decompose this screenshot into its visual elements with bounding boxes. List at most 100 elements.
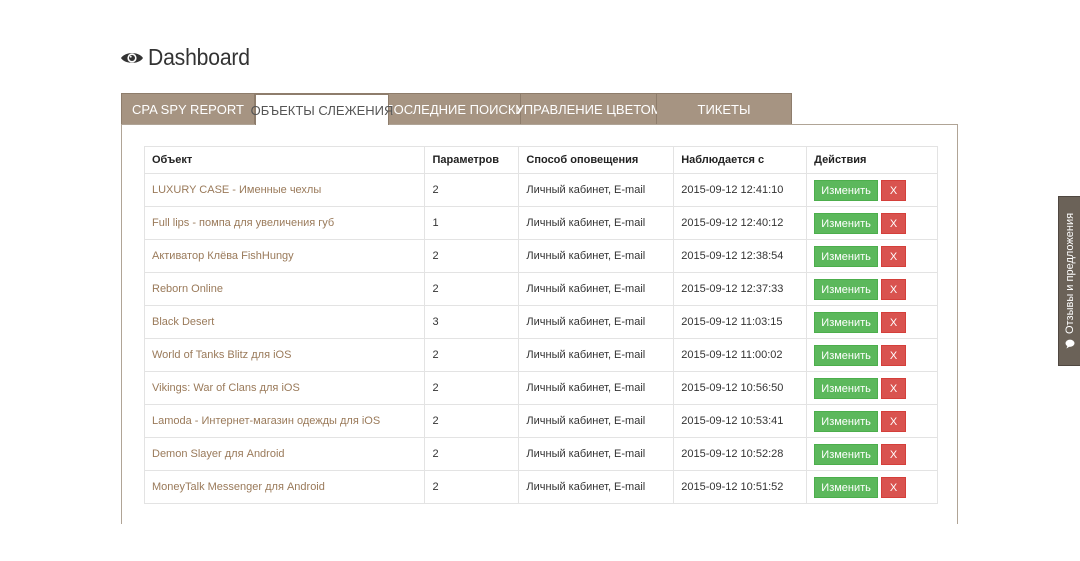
delete-button[interactable]: X [881, 410, 907, 432]
feedback-tab[interactable]: Отзывы и предложения [1058, 196, 1080, 366]
edit-button[interactable]: Изменить [814, 245, 879, 267]
notify-method: Личный кабинет, E-mail [518, 371, 675, 405]
notify-method: Личный кабинет, E-mail [518, 239, 675, 273]
column-header-since: Наблюдается с [673, 146, 808, 174]
table-row: LUXURY CASE - Именные чехлы 2 Личный каб… [143, 173, 938, 207]
delete-button[interactable]: X [881, 377, 907, 399]
actions-cell: Изменить X [806, 173, 938, 207]
params-count: 2 [424, 173, 520, 207]
actions-cell: Изменить X [806, 371, 938, 405]
notify-method: Личный кабинет, E-mail [518, 437, 675, 471]
table-row: Lamoda - Интернет-магазин одежды для iOS… [143, 404, 938, 438]
table-row: Reborn Online 2 Личный кабинет, E-mail 2… [143, 272, 938, 306]
notify-method: Личный кабинет, E-mail [518, 173, 675, 207]
delete-button[interactable]: X [881, 443, 907, 465]
table-row: Активатор Клёва FishHungy 2 Личный кабин… [143, 239, 938, 273]
notify-method: Личный кабинет, E-mail [518, 470, 675, 504]
actions-cell: Изменить X [806, 437, 938, 471]
actions-cell: Изменить X [806, 338, 938, 372]
params-count: 1 [424, 206, 520, 240]
object-link[interactable]: World of Tanks Blitz для iOS [143, 338, 426, 372]
actions-cell: Изменить X [806, 239, 938, 273]
object-link[interactable]: Demon Slayer для Android [143, 437, 426, 471]
params-count: 2 [424, 437, 520, 471]
since-date: 2015-09-12 12:40:12 [673, 206, 808, 240]
eye-icon [120, 50, 144, 66]
tab-tracking-objects[interactable]: ОБЪЕКТЫ СЛЕЖЕНИЯ [251, 93, 393, 125]
tab-color-management[interactable]: УПРАВЛЕНИЕ ЦВЕТОМ [515, 93, 662, 124]
object-link[interactable]: Reborn Online [143, 272, 426, 306]
object-link[interactable]: Активатор Клёва FishHungy [143, 239, 426, 273]
since-date: 2015-09-12 10:51:52 [673, 470, 808, 504]
actions-cell: Изменить X [806, 305, 938, 339]
actions-cell: Изменить X [806, 404, 938, 438]
feedback-label: Отзывы и предложения [1063, 212, 1076, 335]
delete-button[interactable]: X [881, 278, 907, 300]
delete-button[interactable]: X [881, 245, 907, 267]
table-header-row: Объект Параметров Способ оповещения Набл… [143, 146, 938, 174]
edit-button[interactable]: Изменить [814, 344, 879, 366]
object-link[interactable]: MoneyTalk Messenger для Android [143, 470, 426, 504]
object-link[interactable]: Full lips - помпа для увеличения губ [143, 206, 426, 240]
edit-button[interactable]: Изменить [814, 311, 879, 333]
feedback-tab-content: Отзывы и предложения [1064, 213, 1076, 349]
edit-button[interactable]: Изменить [814, 476, 879, 498]
tab-panel: Объект Параметров Способ оповещения Набл… [121, 124, 958, 524]
params-count: 2 [424, 470, 520, 504]
page-title: Dashboard [148, 44, 250, 70]
params-count: 3 [424, 305, 520, 339]
notify-method: Личный кабинет, E-mail [518, 404, 675, 438]
params-count: 2 [424, 338, 520, 372]
actions-cell: Изменить X [806, 272, 938, 306]
column-header-notify: Способ оповещения [518, 146, 675, 174]
column-header-object: Объект [143, 146, 426, 174]
edit-button[interactable]: Изменить [814, 212, 879, 234]
edit-button[interactable]: Изменить [814, 278, 879, 300]
tracking-table: Объект Параметров Способ оповещения Набл… [143, 146, 938, 504]
delete-button[interactable]: X [881, 179, 907, 201]
page-header: Dashboard [120, 44, 259, 71]
notify-method: Личный кабинет, E-mail [518, 338, 675, 372]
delete-button[interactable]: X [881, 344, 907, 366]
table-row: Demon Slayer для Android 2 Личный кабине… [143, 437, 938, 471]
since-date: 2015-09-12 10:53:41 [673, 404, 808, 438]
params-count: 2 [424, 239, 520, 273]
column-header-params: Параметров [424, 146, 520, 174]
since-date: 2015-09-12 11:00:02 [673, 338, 808, 372]
notify-method: Личный кабинет, E-mail [518, 206, 675, 240]
since-date: 2015-09-12 10:56:50 [673, 371, 808, 405]
params-count: 2 [424, 272, 520, 306]
table-row: World of Tanks Blitz для iOS 2 Личный ка… [143, 338, 938, 372]
table-row: Black Desert 3 Личный кабинет, E-mail 20… [143, 305, 938, 339]
params-count: 2 [424, 404, 520, 438]
edit-button[interactable]: Изменить [814, 179, 879, 201]
edit-button[interactable]: Изменить [814, 443, 879, 465]
notify-method: Личный кабинет, E-mail [518, 272, 675, 306]
notify-method: Личный кабинет, E-mail [518, 305, 675, 339]
delete-button[interactable]: X [881, 311, 907, 333]
speech-bubble-icon [1065, 339, 1075, 349]
tab-tickets[interactable]: ТИКЕТЫ [657, 93, 792, 124]
actions-cell: Изменить X [806, 470, 938, 504]
object-link[interactable]: LUXURY CASE - Именные чехлы [143, 173, 426, 207]
since-date: 2015-09-12 12:38:54 [673, 239, 808, 273]
table-row: Full lips - помпа для увеличения губ 1 Л… [143, 206, 938, 240]
edit-button[interactable]: Изменить [814, 410, 879, 432]
since-date: 2015-09-12 12:37:33 [673, 272, 808, 306]
actions-cell: Изменить X [806, 206, 938, 240]
object-link[interactable]: Vikings: War of Clans для iOS [143, 371, 426, 405]
tab-recent-searches[interactable]: ПОСЛЕДНИЕ ПОИСКИ [384, 93, 525, 124]
since-date: 2015-09-12 12:41:10 [673, 173, 808, 207]
edit-button[interactable]: Изменить [814, 377, 879, 399]
column-header-actions: Действия [806, 146, 938, 174]
params-count: 2 [424, 371, 520, 405]
since-date: 2015-09-12 10:52:28 [673, 437, 808, 471]
delete-button[interactable]: X [881, 212, 907, 234]
tab-cpa-spy-report[interactable]: CPA SPY REPORT [121, 93, 255, 124]
table-row: MoneyTalk Messenger для Android 2 Личный… [143, 470, 938, 504]
object-link[interactable]: Black Desert [143, 305, 426, 339]
delete-button[interactable]: X [881, 476, 907, 498]
since-date: 2015-09-12 11:03:15 [673, 305, 808, 339]
object-link[interactable]: Lamoda - Интернет-магазин одежды для iOS [143, 404, 426, 438]
tab-bar: CPA SPY REPORT ОБЪЕКТЫ СЛЕЖЕНИЯ ПОСЛЕДНИ… [121, 93, 792, 125]
